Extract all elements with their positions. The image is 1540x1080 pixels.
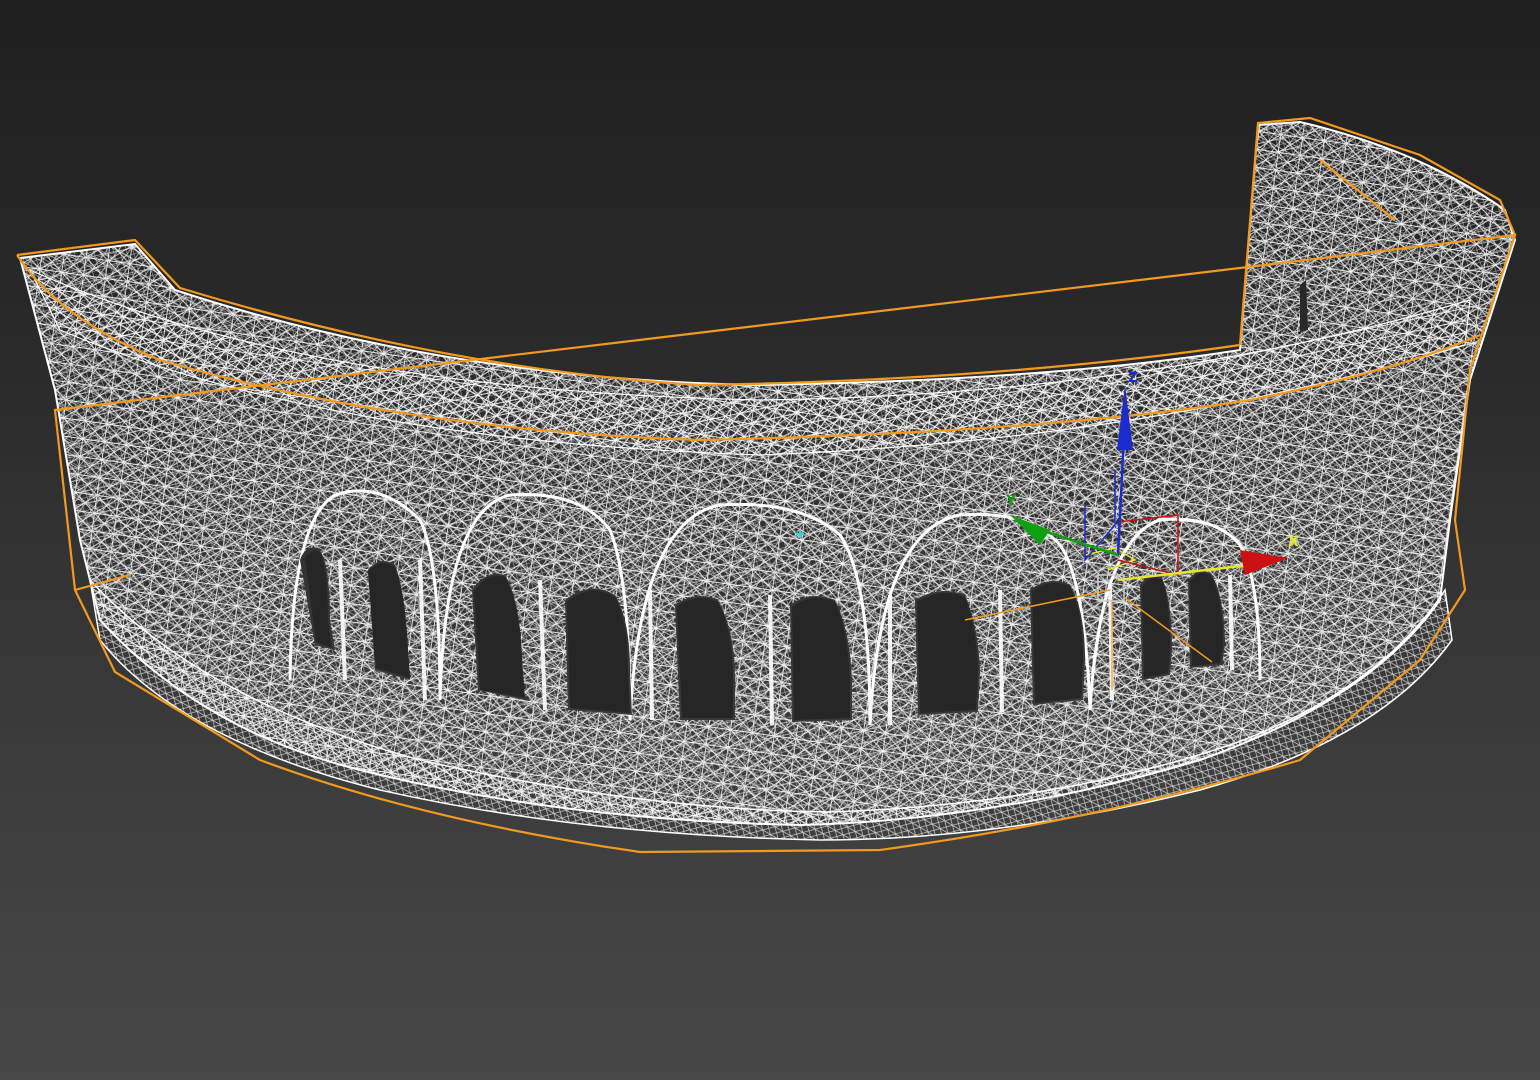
viewport-3d[interactable]: Z Y X [0,0,1540,1080]
wireframe-scene[interactable]: Z Y X [0,0,1540,1080]
gizmo-label-z: Z [1128,370,1138,386]
gizmo-label-x: X [1288,534,1299,550]
colonnade-wireframe [18,120,1517,841]
gizmo-label-y: Y [1005,493,1017,509]
